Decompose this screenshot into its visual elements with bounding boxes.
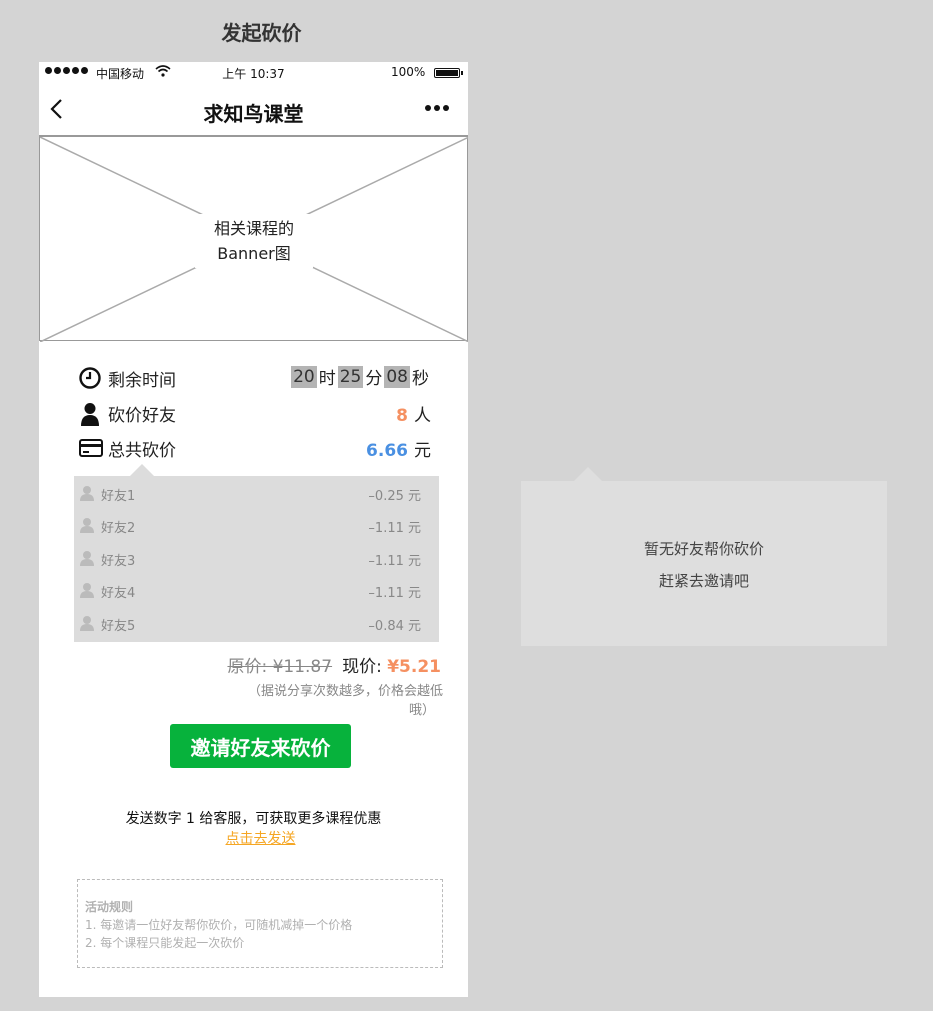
friend-name: 好友1 <box>101 489 136 504</box>
friend-row: 好友3 –1.11 元 <box>74 543 439 571</box>
battery-percent: 100% <box>391 65 426 79</box>
send-link[interactable]: 点击去发送 <box>39 828 468 848</box>
friend-row: 好友5 –0.84 元 <box>74 608 439 636</box>
avatar-icon <box>79 615 95 631</box>
friends-count-value: 8人 <box>396 401 431 426</box>
rule-item: 2. 每个课程只能发起一次砍价 <box>85 936 245 950</box>
friend-row: 好友2 –1.11 元 <box>74 510 439 538</box>
activity-rules: 活动规则 1. 每邀请一位好友帮你砍价，可随机减掉一个价格 2. 每个课程只能发… <box>77 879 443 968</box>
friend-amount: –0.84 元 <box>368 619 421 634</box>
remaining-time-row: 剩余时间 20 时 25 分 08 秒 <box>79 364 431 392</box>
friends-count: 8 <box>396 406 408 426</box>
banner-line-2: Banner图 <box>217 244 291 263</box>
hours-unit: 时 <box>318 369 336 389</box>
friend-amount: –1.11 元 <box>368 554 421 569</box>
empty-state-line-2: 赶紧去邀请吧 <box>658 572 749 590</box>
panel-pointer <box>574 467 602 481</box>
friends-list: 好友1 –0.25 元 好友2 –1.11 元 好友3 –1.11 元 好友4 … <box>74 464 439 642</box>
minutes-unit: 分 <box>365 369 383 389</box>
price-note-line-1: （据说分享次数越多，价格会越低 <box>247 684 443 699</box>
total-cut-amount: 6.66 <box>366 441 408 461</box>
invite-friends-button[interactable]: 邀请好友来砍价 <box>170 724 351 768</box>
countdown-hours: 20 <box>291 365 317 388</box>
rule-item: 1. 每邀请一位好友帮你砍价，可随机减掉一个价格 <box>85 918 353 932</box>
total-cut-unit: 元 <box>414 441 431 461</box>
nav-title: 求知鸟课堂 <box>203 102 304 126</box>
countdown: 20 时 25 分 08 秒 <box>291 364 431 389</box>
current-price: ¥5.21 <box>387 657 441 677</box>
card-icon <box>79 437 103 459</box>
total-cut-value: 6.66 元 <box>366 436 431 461</box>
send-hint: 发送数字 1 给客服，可获取更多课程优惠 <box>125 811 382 827</box>
countdown-seconds: 08 <box>384 365 410 388</box>
price-line: 原价: ¥11.87 现价: ¥5.21 <box>39 652 441 677</box>
page-title: 发起砍价 <box>221 21 302 45</box>
countdown-minutes: 25 <box>337 365 364 388</box>
friends-unit: 人 <box>414 406 431 426</box>
list-pointer <box>130 464 154 476</box>
user-icon <box>79 402 101 426</box>
friend-row: 好友1 –0.25 元 <box>74 478 439 506</box>
original-price: 原价: ¥11.87 <box>227 657 333 677</box>
price-note: （据说分享次数越多，价格会越低 哦） <box>237 682 443 720</box>
friend-name: 好友3 <box>101 554 136 569</box>
empty-state-panel: 暂无好友帮你砍价 赶紧去邀请吧 <box>521 467 887 646</box>
clock-icon <box>79 367 101 389</box>
price-note-line-2: 哦） <box>408 703 435 718</box>
seconds-unit: 秒 <box>412 369 429 389</box>
rules-title: 活动规则 <box>85 900 134 914</box>
avatar-icon <box>79 517 95 533</box>
friend-name: 好友4 <box>101 586 136 601</box>
more-icon[interactable] <box>425 105 449 111</box>
friend-amount: –0.25 元 <box>368 489 421 504</box>
phone-screen: 中国移动 上午 10:37 100% 求知鸟课堂 相关课程的 Banner图 剩… <box>39 62 468 997</box>
friend-name: 好友2 <box>101 521 136 536</box>
friends-label: 砍价好友 <box>108 406 176 426</box>
empty-state-line-1: 暂无好友帮你砍价 <box>643 540 764 558</box>
total-cut-label: 总共砍价 <box>108 441 176 461</box>
course-banner[interactable]: 相关课程的 Banner图 <box>39 136 468 342</box>
nav-bar: 求知鸟课堂 <box>39 84 468 136</box>
current-price-label: 现价: <box>342 657 388 677</box>
banner-line-1: 相关课程的 <box>213 219 294 238</box>
friends-count-row: 砍价好友 8人 <box>79 399 431 427</box>
total-cut-row: 总共砍价 6.66 元 <box>79 434 431 462</box>
avatar-icon <box>79 582 95 598</box>
friend-name: 好友5 <box>101 619 136 634</box>
status-bar: 中国移动 上午 10:37 100% <box>39 62 468 84</box>
banner-caption: 相关课程的 Banner图 <box>195 214 313 268</box>
avatar-icon <box>79 485 95 501</box>
friend-amount: –1.11 元 <box>368 521 421 536</box>
battery-icon <box>434 68 463 78</box>
friend-row: 好友4 –1.11 元 <box>74 575 439 603</box>
avatar-icon <box>79 550 95 566</box>
remaining-time-label: 剩余时间 <box>108 371 176 391</box>
friend-amount: –1.11 元 <box>368 586 421 601</box>
